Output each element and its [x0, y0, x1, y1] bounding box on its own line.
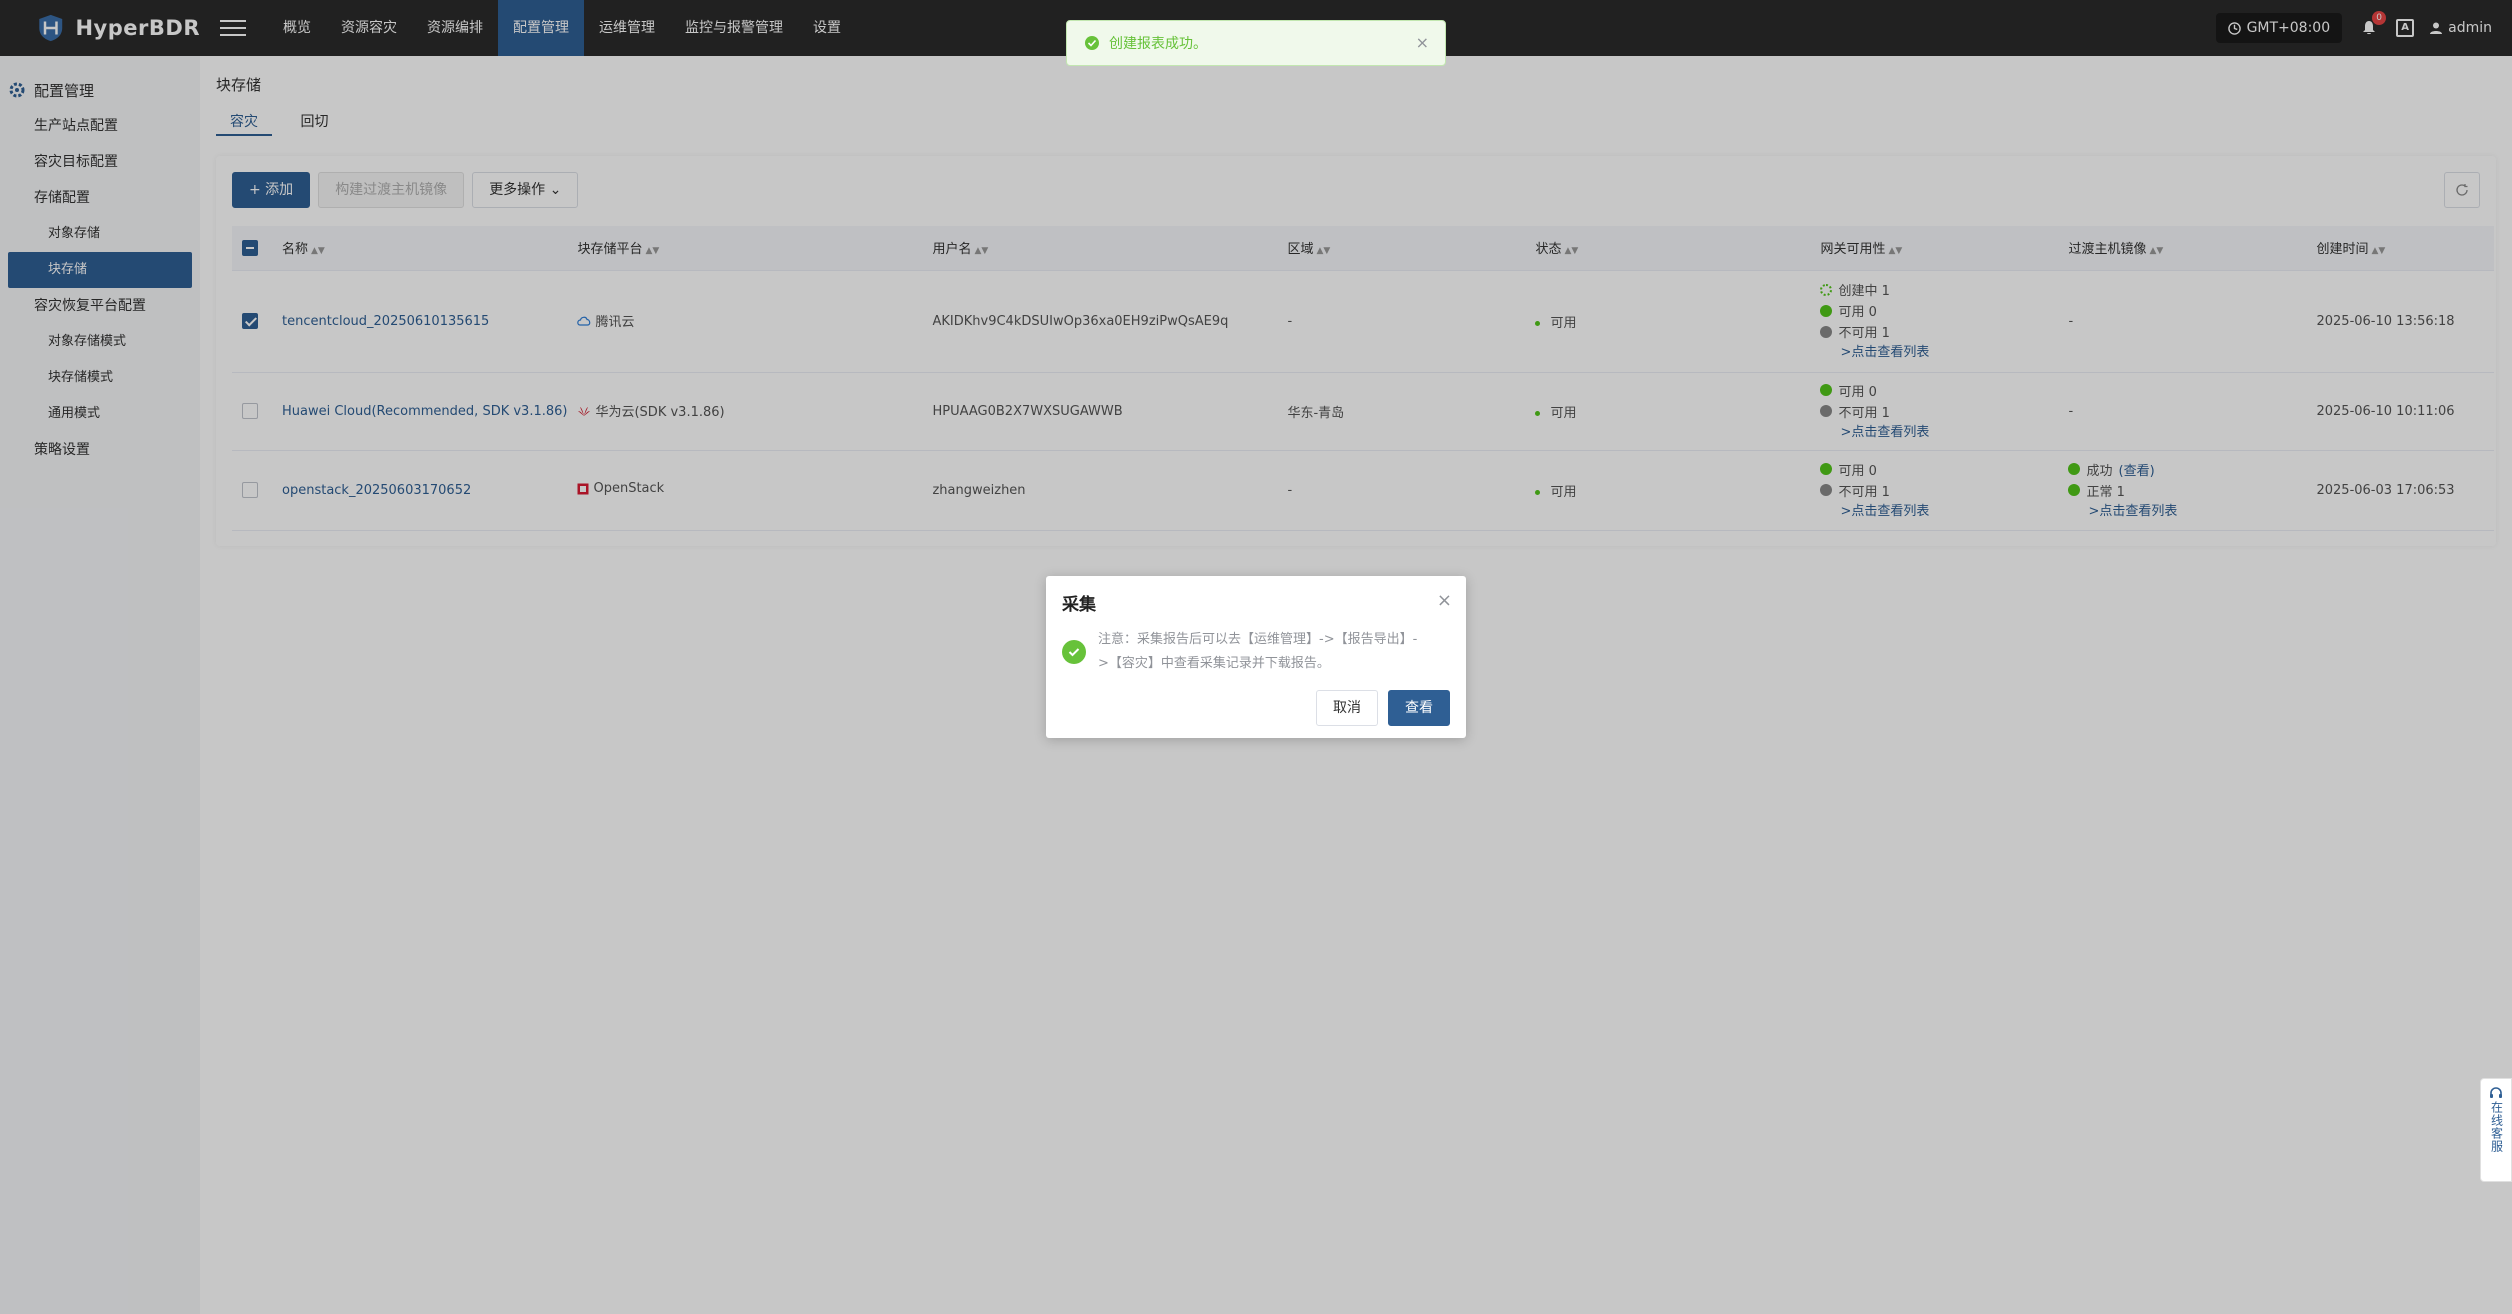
close-icon[interactable]: ×: [1437, 590, 1452, 611]
collect-dialog: 采集 × 注意：采集报告后可以去【运维管理】->【报告导出】->【容灾】中查看采…: [1046, 576, 1466, 738]
success-toast: 创建报表成功。 ×: [1066, 20, 1446, 66]
success-icon: [1085, 36, 1099, 50]
close-icon[interactable]: ×: [1416, 33, 1429, 52]
online-service-widget[interactable]: 在线客服: [2480, 1078, 2512, 1182]
online-service-label: 在线客服: [2489, 1101, 2504, 1153]
dialog-title: 采集: [1062, 595, 1096, 615]
toast-message: 创建报表成功。: [1109, 36, 1207, 52]
headset-icon: [2490, 1087, 2502, 1098]
view-button[interactable]: 查看: [1388, 690, 1450, 726]
cancel-button[interactable]: 取消: [1316, 690, 1378, 726]
dialog-message: 注意：采集报告后可以去【运维管理】->【报告导出】->【容灾】中查看采集记录并下…: [1098, 632, 1418, 671]
success-icon: [1062, 640, 1086, 664]
